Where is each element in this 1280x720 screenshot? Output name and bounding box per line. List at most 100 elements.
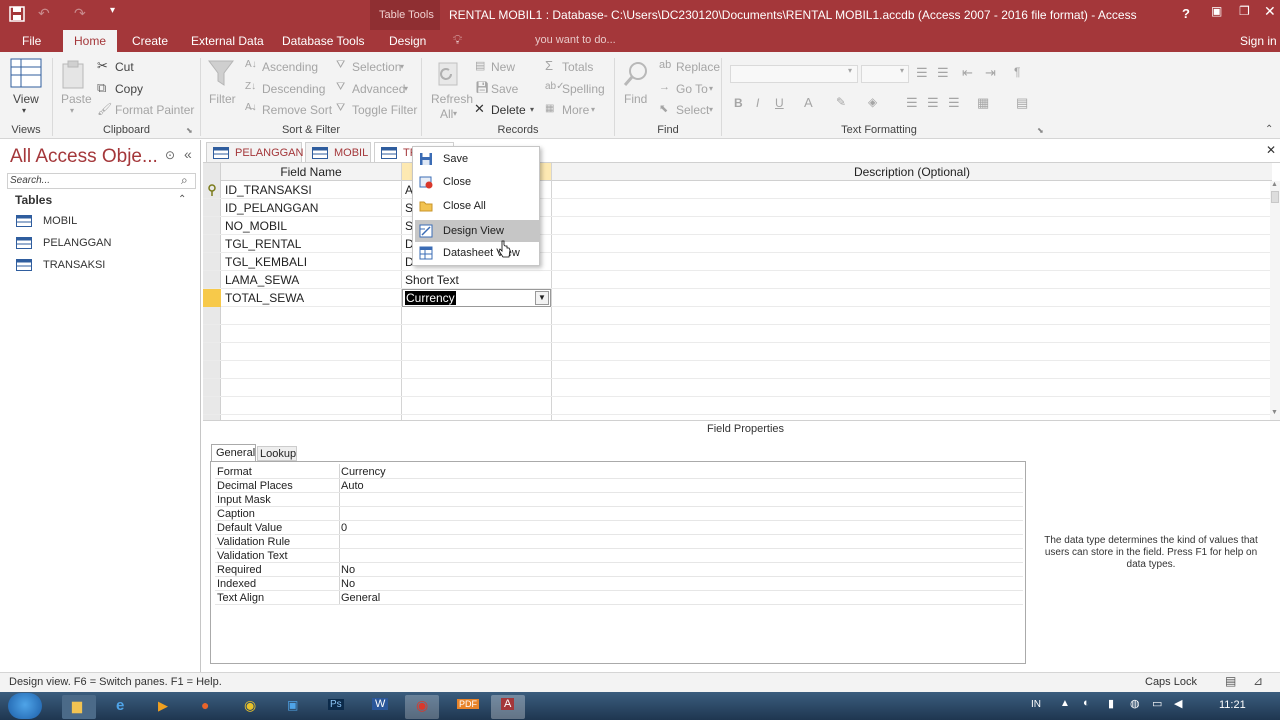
gridlines-icon[interactable]: ▦ xyxy=(977,95,989,111)
table-row[interactable] xyxy=(203,343,1271,361)
close-window-icon[interactable]: ✕ xyxy=(1264,3,1276,20)
nav-item-pelanggan[interactable]: PELANGGAN xyxy=(16,235,196,253)
select-button[interactable]: Select xyxy=(676,103,709,117)
bold-button[interactable]: B xyxy=(734,96,743,110)
pdf-taskbar-button[interactable]: PDF xyxy=(448,695,482,719)
refresh-dropdown-icon[interactable]: ▾ xyxy=(453,109,457,118)
tab-home[interactable]: Home xyxy=(63,30,118,52)
scroll-up-icon[interactable]: ▲ xyxy=(1271,181,1278,188)
table-row-selected[interactable]: TOTAL_SEWA Currency ▼ xyxy=(203,289,1271,307)
field-name-cell[interactable]: ID_PELANGGAN xyxy=(225,199,318,217)
tab-general[interactable]: General xyxy=(211,444,256,461)
ascending-button[interactable]: Ascending xyxy=(262,60,318,74)
property-row[interactable]: Validation Text xyxy=(215,549,1023,563)
refresh-button[interactable]: Refresh xyxy=(431,92,473,106)
font-size-dropdown-icon[interactable]: ▾ xyxy=(900,66,904,75)
align-center-icon[interactable]: ☰ xyxy=(927,95,939,111)
nav-menu-icon[interactable]: ⊙ xyxy=(165,148,175,162)
property-value[interactable]: General xyxy=(341,591,380,605)
toggle-filter-button[interactable]: Toggle Filter xyxy=(352,103,417,117)
remove-sort-button[interactable]: Remove Sort xyxy=(262,103,332,117)
table-row[interactable] xyxy=(203,307,1271,325)
goto-button[interactable]: Go To xyxy=(676,82,708,96)
font-name-dropdown-icon[interactable]: ▾ xyxy=(848,66,852,75)
collapse-section-icon[interactable]: ⌃ xyxy=(178,194,186,205)
nav-pane-title[interactable]: All Access Obje... xyxy=(10,146,158,168)
table-row[interactable]: TGL_KEMBALI D xyxy=(203,253,1271,271)
table-row[interactable]: NO_MOBIL S xyxy=(203,217,1271,235)
property-row[interactable]: Input Mask xyxy=(215,493,1023,507)
close-document-icon[interactable]: ✕ xyxy=(1266,143,1276,157)
property-row[interactable]: Indexed No xyxy=(215,577,1023,591)
property-value[interactable]: Auto xyxy=(341,479,364,493)
goto-dropdown-icon[interactable]: ▾ xyxy=(709,84,713,93)
cut-button[interactable]: Cut xyxy=(115,60,134,74)
property-value[interactable]: No xyxy=(341,577,355,591)
ribbon-display-icon[interactable]: ▣ xyxy=(1211,4,1222,18)
table-row[interactable] xyxy=(203,325,1271,343)
nav-section-tables[interactable]: Tables xyxy=(15,193,52,207)
header-description[interactable]: Description (Optional) xyxy=(552,163,1272,181)
menu-item-save[interactable]: Save xyxy=(415,148,539,170)
italic-button[interactable]: I xyxy=(756,96,759,110)
usb-icon[interactable]: ▮ xyxy=(1108,697,1114,710)
property-row[interactable]: Caption xyxy=(215,507,1023,521)
replace-button[interactable]: Replace xyxy=(676,60,720,74)
data-type-cell[interactable]: Short Text xyxy=(405,271,459,289)
selection-dropdown-icon[interactable]: ▾ xyxy=(400,62,404,71)
totals-button[interactable]: Totals xyxy=(562,60,593,74)
redo-icon[interactable]: ↷ xyxy=(74,5,86,22)
table-row[interactable] xyxy=(203,361,1271,379)
paragraph-direction-icon[interactable]: ¶ xyxy=(1014,65,1020,79)
tab-create[interactable]: Create xyxy=(122,30,178,52)
help-button[interactable]: ? xyxy=(1182,6,1190,21)
table-row[interactable]: ID_PELANGGAN S xyxy=(203,199,1271,217)
property-value[interactable]: 0 xyxy=(341,521,347,535)
tab-design[interactable]: Design xyxy=(379,30,436,52)
pane-splitter[interactable] xyxy=(203,420,1280,421)
field-name-cell[interactable]: NO_MOBIL xyxy=(225,217,287,235)
clipboard-launcher-icon[interactable]: ⬊ xyxy=(186,126,193,135)
bullets-icon[interactable]: ☰ xyxy=(916,65,928,81)
doc-tab-mobil[interactable]: MOBIL xyxy=(305,142,371,163)
property-row[interactable]: Format Currency xyxy=(215,465,1023,479)
descending-button[interactable]: Descending xyxy=(262,82,325,96)
field-name-cell[interactable]: TGL_KEMBALI xyxy=(225,253,307,271)
numbering-icon[interactable]: ☰ xyxy=(937,65,949,81)
property-value[interactable]: No xyxy=(341,563,355,577)
save-record-button[interactable]: Save xyxy=(491,82,518,96)
photoshop-taskbar-button[interactable]: Ps xyxy=(319,695,353,719)
tab-database-tools[interactable]: Database Tools xyxy=(272,30,375,52)
search-icon[interactable]: ⌕ xyxy=(181,173,188,188)
selection-button[interactable]: Selection xyxy=(352,60,401,74)
menu-item-close-all[interactable]: Close All xyxy=(415,195,539,217)
font-color-icon[interactable]: A xyxy=(804,95,813,110)
alternate-row-color-icon[interactable]: ▤ xyxy=(1016,95,1028,111)
media-taskbar-button[interactable]: ▶ xyxy=(148,695,182,719)
nav-search-box[interactable]: Search... ⌕ xyxy=(7,173,196,189)
menu-item-close[interactable]: Close xyxy=(415,171,539,193)
delete-button[interactable]: Delete xyxy=(491,103,526,117)
app-taskbar-button[interactable]: ▣ xyxy=(276,695,310,719)
view-dropdown-icon[interactable]: ▾ xyxy=(22,106,26,115)
align-right-icon[interactable]: ☰ xyxy=(948,95,960,111)
table-row[interactable] xyxy=(203,397,1271,415)
property-row[interactable]: Required No xyxy=(215,563,1023,577)
customize-qat-icon[interactable]: ▾ xyxy=(110,5,115,16)
property-row[interactable]: Default Value 0 xyxy=(215,521,1023,535)
recorder-taskbar-button[interactable]: ◉ xyxy=(405,695,439,719)
vertical-scrollbar[interactable]: ▲ ▼ xyxy=(1270,181,1280,421)
shutter-bar-close-icon[interactable]: « xyxy=(184,146,192,162)
data-type-combo[interactable]: Currency ▼ xyxy=(402,289,551,307)
field-name-cell[interactable]: ID_TRANSAKSI xyxy=(225,181,312,199)
view-button[interactable]: View xyxy=(13,92,39,106)
save-icon[interactable] xyxy=(9,6,25,22)
new-record-button[interactable]: New xyxy=(491,60,515,74)
language-indicator[interactable]: IN xyxy=(1031,699,1041,710)
fill-color-icon[interactable]: ◈ xyxy=(868,95,877,109)
header-field-name[interactable]: Field Name xyxy=(221,163,401,181)
design-view-switch-icon[interactable]: ⊿ xyxy=(1253,674,1263,688)
tray-expand-icon[interactable]: ▲ xyxy=(1060,698,1070,709)
undo-icon[interactable]: ↶ xyxy=(38,5,50,22)
table-row[interactable]: LAMA_SEWA Short Text xyxy=(203,271,1271,289)
